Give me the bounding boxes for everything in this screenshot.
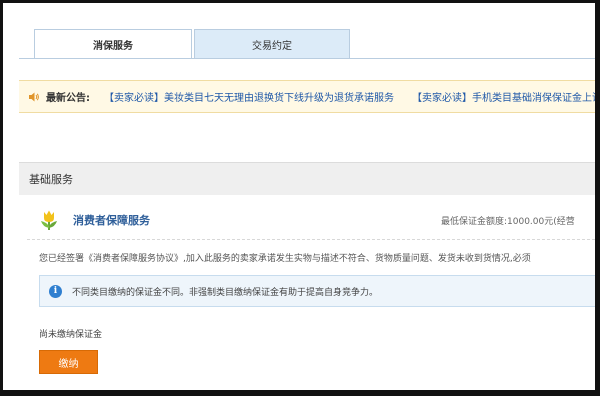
announcement-link[interactable]: 【卖家必读】美妆类目七天无理由退换货下线升级为退货承诺服务	[104, 89, 394, 104]
announcement-link[interactable]: 【卖家必读】手机类目基础消保保证金上调	[412, 89, 595, 104]
info-text: 不同类目缴纳的保证金不同。非强制类目缴纳保证金有助于提高自身竞争力。	[72, 287, 379, 298]
tab-consumer-protection[interactable]: 消保服务	[34, 29, 192, 59]
service-title: 消费者保障服务	[73, 214, 150, 227]
announcement-bar: 最新公告: 【卖家必读】美妆类目七天无理由退换货下线升级为退货承诺服务 【卖家必…	[19, 80, 595, 113]
info-icon: i	[49, 284, 62, 298]
tab-label: 交易约定	[252, 40, 292, 52]
deposit-status: 尚未缴纳保证金	[39, 330, 103, 340]
tulip-icon	[41, 210, 57, 230]
section-header: 基础服务	[19, 162, 595, 195]
tab-bar: 消保服务 交易约定	[3, 3, 595, 61]
service-header: 消费者保障服务	[39, 208, 150, 232]
divider	[27, 239, 595, 240]
tab-underline	[19, 58, 595, 59]
tab-label: 消保服务	[93, 40, 133, 52]
announcement-label: 最新公告:	[46, 93, 90, 104]
pay-button-label: 缴纳	[58, 358, 79, 370]
speaker-icon	[29, 92, 39, 101]
pay-deposit-button[interactable]: 缴纳	[39, 350, 98, 374]
info-banner: i 不同类目缴纳的保证金不同。非强制类目缴纳保证金有助于提高自身竞争力。	[39, 275, 595, 307]
section-title: 基础服务	[29, 173, 73, 186]
tab-trade-agreement[interactable]: 交易约定	[194, 29, 350, 59]
app-frame: 消保服务 交易约定 最新公告: 【卖家必读】美妆类目七天无理由退换货下线升级为退…	[0, 0, 600, 396]
min-deposit-text: 最低保证金额度:1000.00元(经营	[441, 217, 575, 227]
agreement-text: 您已经签署《消费者保障服务协议》,加入此服务的卖家承诺发生实物与描述不符合、货物…	[39, 254, 531, 264]
